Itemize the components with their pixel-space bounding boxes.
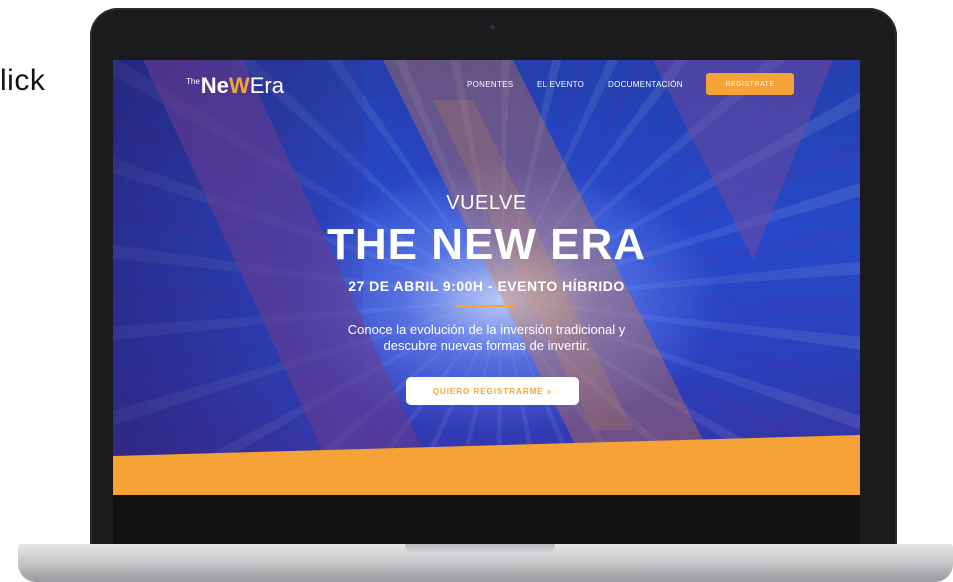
laptop-mockup: The Ne W Era PONENTES EL EVENTO DOCUMENT… — [0, 0, 953, 582]
site-navbar: The Ne W Era PONENTES EL EVENTO DOCUMENT… — [113, 60, 860, 110]
hero-register-button[interactable]: QUIERO REGISTRARME » — [406, 377, 579, 405]
hero-description-line-1: Conoce la evolución de la inversión trad… — [347, 322, 626, 337]
hero-title: THE NEW ERA — [327, 220, 646, 269]
nav-link-el-evento[interactable]: EL EVENTO — [537, 80, 584, 89]
logo-part-w: W — [228, 73, 250, 98]
nav-link-documentacion[interactable]: DOCUMENTACIÓN — [608, 80, 683, 89]
logo-prefix: The — [186, 77, 200, 86]
nav-link-ponentes[interactable]: PONENTES — [467, 80, 513, 89]
hero-description: Conoce la evolución de la inversión trad… — [113, 322, 860, 354]
laptop-base-notch — [405, 544, 555, 554]
hero-date: 27 DE ABRIL 9:00H - EVENTO HÍBRIDO — [348, 278, 625, 294]
logo-part-ne: Ne — [200, 73, 229, 98]
hero-description-line-2: descubre nuevas formas de invertir. — [383, 338, 590, 353]
camera-icon — [490, 25, 495, 30]
website-screen: The Ne W Era PONENTES EL EVENTO DOCUMENT… — [113, 60, 860, 495]
register-nav-button[interactable]: REGÍSTRATE — [706, 73, 794, 95]
site-logo[interactable]: The Ne W Era — [186, 73, 284, 99]
hero-divider — [456, 305, 516, 307]
logo-part-era: Era — [249, 73, 284, 98]
hero-kicker: VUELVE — [446, 192, 527, 214]
screen-bottom-bezel — [113, 495, 860, 545]
